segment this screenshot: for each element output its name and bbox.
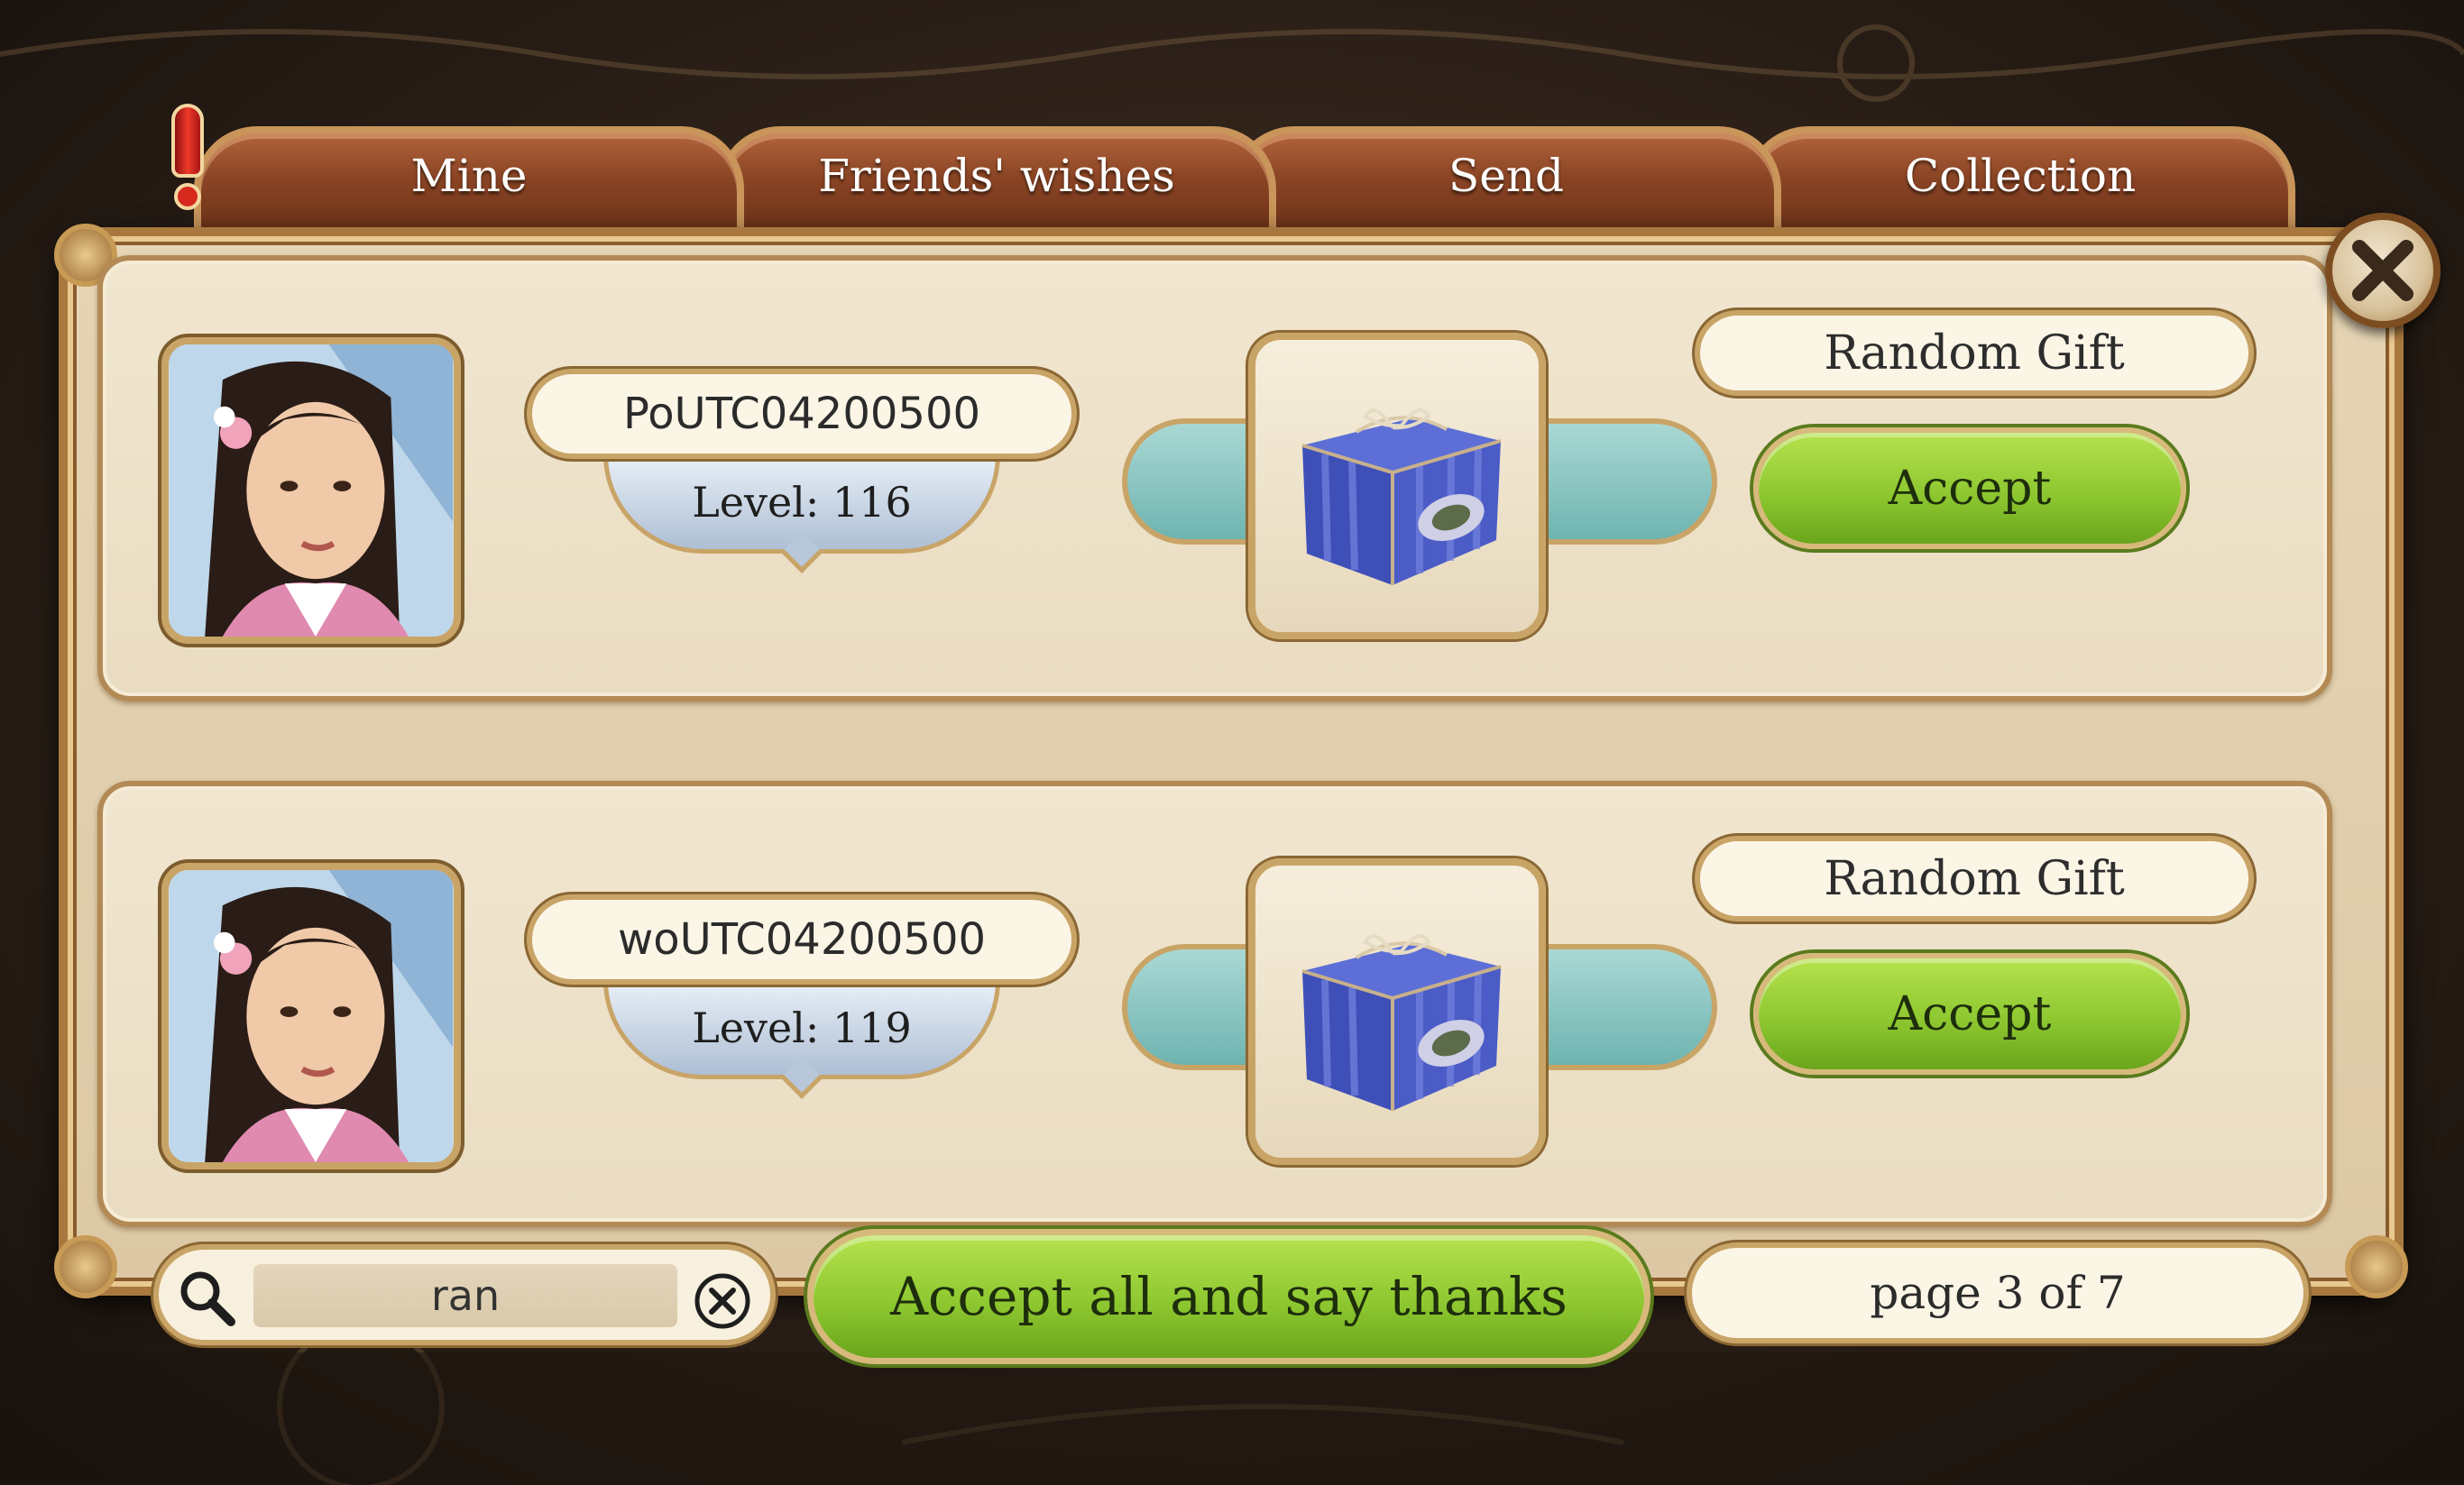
sender-name: woUTC04200500 [527, 894, 1077, 985]
tab-collection[interactable]: Collection [1745, 126, 2295, 234]
search-bar [153, 1244, 776, 1345]
page-indicator: page 3 of 7 [1687, 1242, 2309, 1343]
close-icon [2352, 240, 2413, 301]
blue-gift-box-icon [1301, 933, 1502, 1111]
player-avatar-portrait-icon [169, 870, 454, 1162]
sender-name: PoUTC04200500 [527, 369, 1077, 459]
frame-corner-ornament [2345, 1235, 2408, 1298]
accept-button[interactable]: Accept [1753, 953, 2186, 1075]
new-gifts-alert-icon [161, 104, 215, 221]
player-level-badge: Level: 116 [603, 454, 1000, 554]
tab-mine[interactable]: Mine [194, 126, 744, 234]
decorative-ribbon [1537, 418, 1717, 545]
gift-item-frame [1248, 858, 1546, 1165]
gift-item-frame [1248, 333, 1546, 639]
search-input[interactable] [253, 1264, 677, 1327]
clear-search-icon[interactable] [691, 1270, 754, 1333]
tab-send[interactable]: Send [1231, 126, 1781, 234]
gift-type-label: Random Gift [1695, 310, 2254, 396]
search-icon [180, 1271, 235, 1326]
gift-type-label: Random Gift [1695, 836, 2254, 921]
player-level-badge: Level: 119 [603, 980, 1000, 1079]
accept-button[interactable]: Accept [1753, 427, 2186, 549]
frame-corner-ornament [54, 1235, 117, 1298]
gift-row: Level: 116 PoUTC04200500 Random Gift Acc… [97, 255, 2332, 701]
player-avatar [161, 863, 461, 1169]
accept-all-button[interactable]: Accept all and say thanks [807, 1229, 1650, 1364]
blue-gift-box-icon [1301, 408, 1502, 585]
gift-row: Level: 119 woUTC04200500 Random Gift Acc… [97, 781, 2332, 1227]
tab-friends-wishes[interactable]: Friends' wishes [717, 126, 1276, 234]
decorative-ribbon [1537, 944, 1717, 1070]
close-button[interactable] [2325, 213, 2441, 328]
player-avatar-portrait-icon [169, 344, 454, 637]
player-avatar [161, 337, 461, 644]
